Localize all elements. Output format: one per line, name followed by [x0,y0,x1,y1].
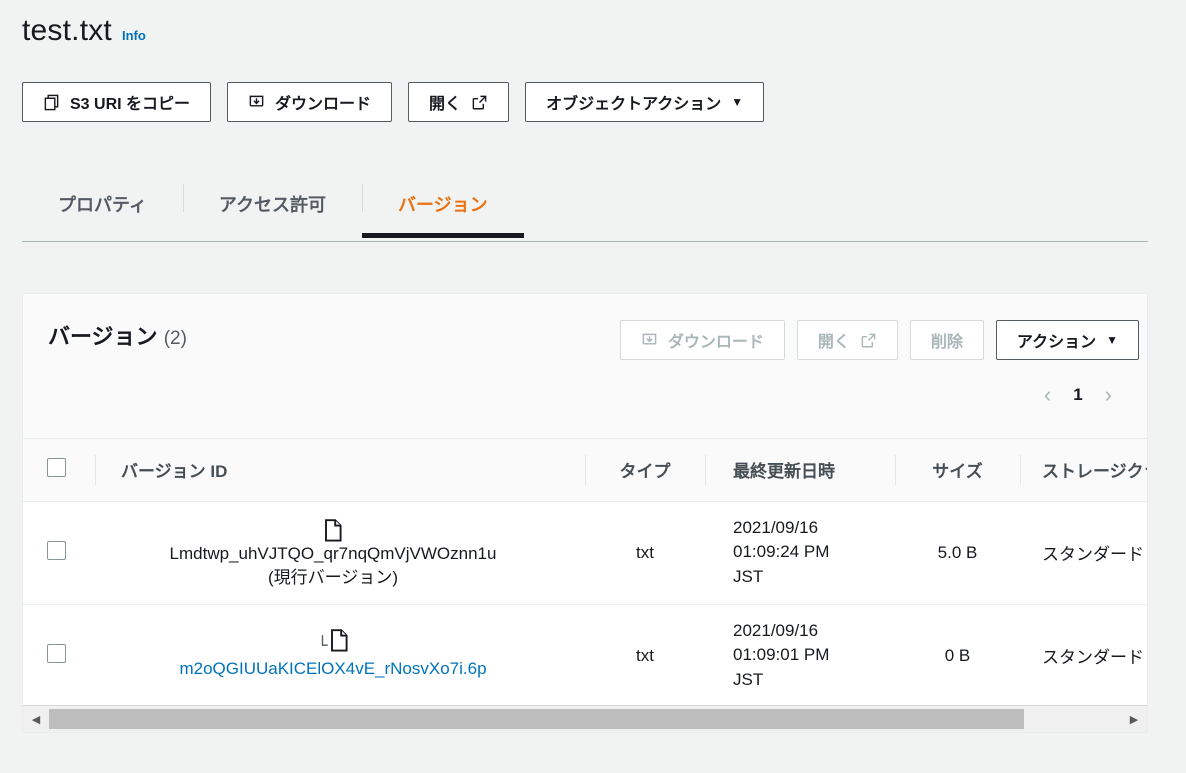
tab-permissions[interactable]: アクセス許可 [182,170,362,238]
pagination-page-1[interactable]: 1 [1073,385,1082,405]
tabs-divider [22,241,1148,242]
scrollbar-track[interactable] [49,706,1121,732]
header-version-id[interactable]: バージョン ID [95,439,585,502]
object-versions-page: test.txt Info S3 URI をコピー ダウンロード 開く オブジェ… [0,0,1186,773]
row-last-modified: 2021/09/16 01:09:01 PM JST [705,604,895,698]
select-all-header [23,439,95,502]
tab-properties[interactable]: プロパティ [22,170,183,238]
versions-open-label: 開く [817,334,850,351]
row-date: 2021/09/16 [733,517,819,537]
object-actions-button[interactable]: オブジェクトアクション ▼ [525,82,765,122]
header-type[interactable]: タイプ [585,439,705,502]
row-version-id-link[interactable]: m2oQGIUUaKICElOX4vE_rNosvXo7i.6p [95,657,571,681]
select-all-checkbox[interactable] [47,457,66,477]
download-label: ダウンロード [275,96,372,113]
tab-versions-label: バージョン [398,195,488,215]
row-timezone: JST [733,670,764,690]
versions-panel: バージョン (2) ダウンロード 開く 削除 アクション ▼ ‹ 1 › バージ… [22,293,1148,733]
versions-panel-actions: ダウンロード 開く 削除 アクション ▼ [619,320,1139,360]
row-select-cell [23,501,95,605]
row-timezone: JST [733,566,764,586]
row-version-id: Lmdtwp_uhVJTQO_qr7nqQmVjVWOznn1u [169,543,497,563]
tree-branch-icon: └ [317,635,328,656]
pagination: ‹ 1 › [1044,382,1112,408]
tab-permissions-label: アクセス許可 [218,195,327,215]
versions-panel-title: バージョン (2) [48,319,187,351]
object-detail-tabs: プロパティ アクセス許可 バージョン [22,170,524,238]
versions-delete-button[interactable]: 削除 [909,320,984,360]
download-icon [641,332,658,349]
page-header: test.txt Info [22,14,146,48]
table-row[interactable]: Lmdtwp_uhVJTQO_qr7nqQmVjVWOznn1u (現行バージョ… [23,501,1147,605]
header-size[interactable]: サイズ [895,439,1020,502]
row-version-id-cell: Lmdtwp_uhVJTQO_qr7nqQmVjVWOznn1u (現行バージョ… [95,501,585,605]
external-link-icon [860,332,877,349]
header-last-modified[interactable]: 最終更新日時 [705,439,895,502]
horizontal-scrollbar[interactable]: ◀ ▶ [23,705,1147,732]
tab-versions[interactable]: バージョン [362,170,524,238]
table-row[interactable]: └ m2oQGIUUaKICElOX4vE_rNosvXo7i.6p txt 2… [23,604,1147,698]
download-button[interactable]: ダウンロード [227,82,393,122]
versions-open-button[interactable]: 開く [796,320,898,360]
versions-download-label: ダウンロード [667,334,764,351]
row-storage-class: スタンダード [1020,501,1147,605]
row-time: 01:09:01 PM [733,645,830,665]
download-icon [248,94,265,111]
row-date: 2021/09/16 [733,620,819,640]
versions-title-text: バージョン [48,324,158,349]
row-type: txt [585,501,705,605]
versions-table-header-row: バージョン ID タイプ 最終更新日時 サイズ ストレージクラス [23,439,1147,502]
versions-table-scroll: バージョン ID タイプ 最終更新日時 サイズ ストレージクラス [23,439,1147,698]
row-size: 0 B [944,645,971,665]
versions-actions-button[interactable]: アクション ▼ [995,320,1139,360]
object-actions-label: オブジェクトアクション [546,96,722,113]
scroll-left-arrow-icon[interactable]: ◀ [23,706,49,732]
versions-delete-label: 削除 [930,334,963,351]
page-title: test.txt [22,14,112,47]
file-icon [95,516,571,542]
scrollbar-thumb[interactable] [49,709,1024,729]
open-button[interactable]: 開く [408,82,510,122]
versions-actions-label: アクション [1016,334,1097,351]
row-time: 01:09:24 PM [733,542,830,562]
copy-icon [43,94,60,111]
versions-count: (2) [163,328,187,349]
open-label: 開く [429,96,462,113]
versions-panel-header: バージョン (2) ダウンロード 開く 削除 アクション ▼ ‹ 1 › [23,294,1147,439]
scroll-right-arrow-icon[interactable]: ▶ [1121,706,1147,732]
external-link-icon [471,94,488,111]
row-select-cell [23,604,95,698]
chevron-down-icon: ▼ [1106,333,1118,347]
chevron-right-icon[interactable]: › [1105,382,1112,408]
copy-s3-uri-label: S3 URI をコピー [70,96,191,113]
copy-s3-uri-button[interactable]: S3 URI をコピー [22,82,212,122]
file-icon [330,628,349,657]
header-storage-class[interactable]: ストレージクラス [1020,439,1147,502]
row-size: 5.0 B [895,501,1020,605]
row-storage-class: スタンダード [1042,648,1144,668]
row-type: txt [636,645,654,665]
chevron-left-icon[interactable]: ‹ [1044,382,1051,408]
tab-properties-label: プロパティ [58,195,147,215]
versions-download-button[interactable]: ダウンロード [619,320,785,360]
row-checkbox[interactable] [47,643,66,663]
chevron-down-icon: ▼ [731,95,744,109]
row-version-current-label: (現行バージョン) [268,567,398,587]
info-link[interactable]: Info [122,28,146,43]
row-last-modified: 2021/09/16 01:09:24 PM JST [705,501,895,605]
row-checkbox[interactable] [47,540,66,560]
object-toolbar: S3 URI をコピー ダウンロード 開く オブジェクトアクション ▼ [22,82,765,122]
row-version-id-cell: └ m2oQGIUUaKICElOX4vE_rNosvXo7i.6p [95,604,585,698]
versions-table: バージョン ID タイプ 最終更新日時 サイズ ストレージクラス [23,439,1147,698]
